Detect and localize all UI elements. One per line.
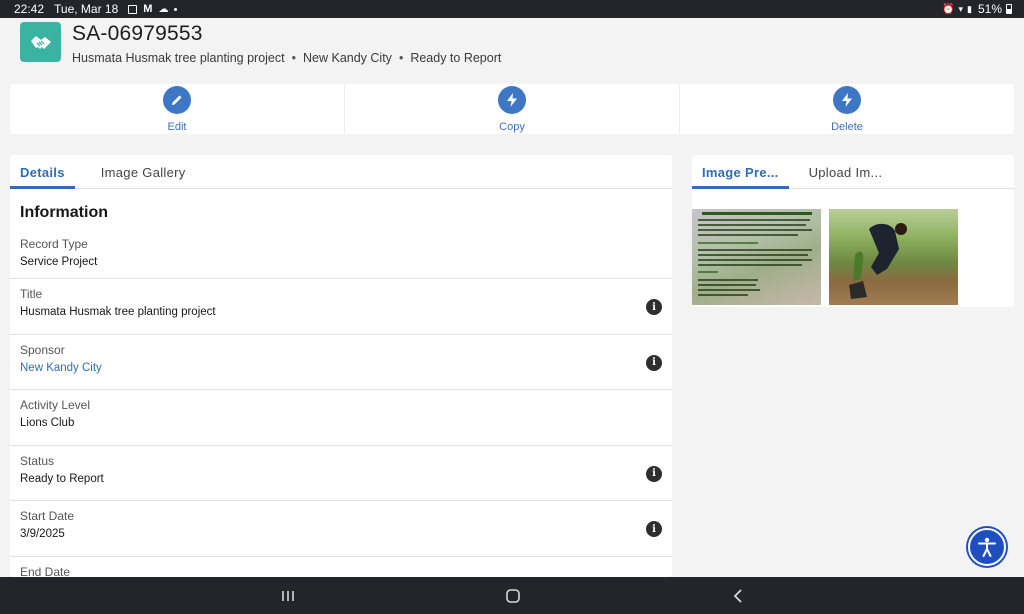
status-time: 22:42	[14, 2, 45, 16]
wifi-icon: ▾	[958, 3, 964, 14]
field-label: End Date	[20, 564, 71, 578]
edit-button-label: Edit	[167, 121, 187, 133]
tab-upload-image[interactable]: Upload Im...	[799, 165, 893, 188]
alarm-icon: ⏰	[942, 3, 955, 15]
action-bar: Edit Copy Delete	[10, 84, 1014, 134]
system-navigation-bar	[0, 577, 1024, 614]
record-subtitle: Husmata Husmak tree planting project • N…	[72, 51, 501, 65]
tab-details[interactable]: Details	[10, 165, 75, 189]
accessibility-icon	[978, 537, 996, 557]
edit-button[interactable]: Edit	[10, 84, 345, 134]
field-value: Husmata Husmak tree planting project	[20, 306, 216, 318]
pencil-icon	[163, 86, 191, 114]
record-status-text: Ready to Report	[410, 51, 502, 65]
accessibility-button[interactable]	[968, 528, 1006, 566]
field-title: Title Husmata Husmak tree planting proje…	[10, 279, 672, 335]
more-notifications-icon	[174, 7, 178, 11]
info-icon[interactable]: i	[646, 465, 662, 482]
details-tabs: Details Image Gallery	[10, 155, 672, 189]
separator: •	[291, 51, 296, 65]
image-thumbnail-planting-photo[interactable]	[829, 209, 958, 305]
gmail-notification-icon: M	[143, 3, 153, 15]
details-card: Details Image Gallery Information Record…	[10, 155, 672, 577]
record-title-text: Husmata Husmak tree planting project	[72, 51, 285, 65]
copy-button-label: Copy	[499, 121, 525, 133]
field-sponsor: Sponsor New Kandy City i	[10, 335, 672, 390]
field-value: Ready to Report	[20, 472, 104, 485]
field-value: Service Project	[20, 256, 98, 268]
field-label: Start Date	[20, 509, 75, 523]
status-date: Tue, Mar 18	[54, 2, 119, 16]
image-thumbnails	[692, 189, 1014, 305]
field-end-date: End Date i	[10, 557, 672, 578]
info-icon[interactable]: i	[646, 299, 662, 315]
image-preview-card: Image Pre... Upload Im...	[692, 155, 1014, 307]
battery-level: 51%	[977, 2, 1002, 16]
cloud-notification-icon: ☁	[158, 3, 169, 15]
image-thumbnail-poster[interactable]	[692, 209, 821, 305]
status-bar: 22:42 Tue, Mar 18 M ☁ ⏰ ▾ ▮ 51%	[0, 0, 1024, 18]
field-label: Activity Level	[20, 398, 91, 412]
separator: •	[398, 51, 404, 65]
gallery-notification-icon	[128, 4, 138, 14]
field-value: Lions Club	[20, 417, 75, 429]
service-activity-icon	[20, 22, 61, 62]
recent-apps-icon	[282, 590, 294, 601]
lightning-icon	[498, 86, 526, 114]
signal-icon: ▮	[967, 3, 972, 14]
field-value: 3/9/2025	[20, 528, 65, 540]
info-icon[interactable]: i	[646, 354, 662, 371]
field-start-date: Start Date 3/9/2025 i	[10, 501, 672, 557]
record-id: SA-06979553	[72, 22, 203, 45]
field-activity-level: Activity Level Lions Club	[10, 390, 672, 446]
battery-icon	[1006, 4, 1012, 14]
lightning-icon	[833, 86, 861, 114]
back-icon	[733, 588, 742, 603]
section-title: Information	[20, 204, 108, 221]
tab-image-preview[interactable]: Image Pre...	[692, 165, 789, 189]
image-tabs: Image Pre... Upload Im...	[692, 155, 1014, 189]
copy-button[interactable]: Copy	[345, 84, 680, 134]
home-button[interactable]	[483, 577, 543, 614]
record-sponsor-text: New Kandy City	[303, 51, 392, 65]
delete-button[interactable]: Delete	[680, 84, 1014, 134]
info-icon[interactable]: i	[646, 521, 662, 537]
recent-apps-button[interactable]	[258, 577, 318, 614]
delete-button-label: Delete	[831, 121, 863, 133]
home-icon	[506, 588, 520, 603]
field-label: Title	[20, 287, 43, 301]
sponsor-link[interactable]: New Kandy City	[20, 362, 662, 374]
back-button[interactable]	[708, 577, 768, 614]
tab-image-gallery[interactable]: Image Gallery	[91, 165, 196, 188]
field-record-type: Record Type Service Project	[10, 229, 672, 279]
field-label: Sponsor	[20, 342, 65, 357]
field-label: Status	[20, 453, 55, 468]
field-status: Status Ready to Report i	[10, 446, 672, 501]
record-header: SA-06979553 Husmata Husmak tree planting…	[0, 18, 1024, 72]
field-label: Record Type	[20, 237, 88, 251]
